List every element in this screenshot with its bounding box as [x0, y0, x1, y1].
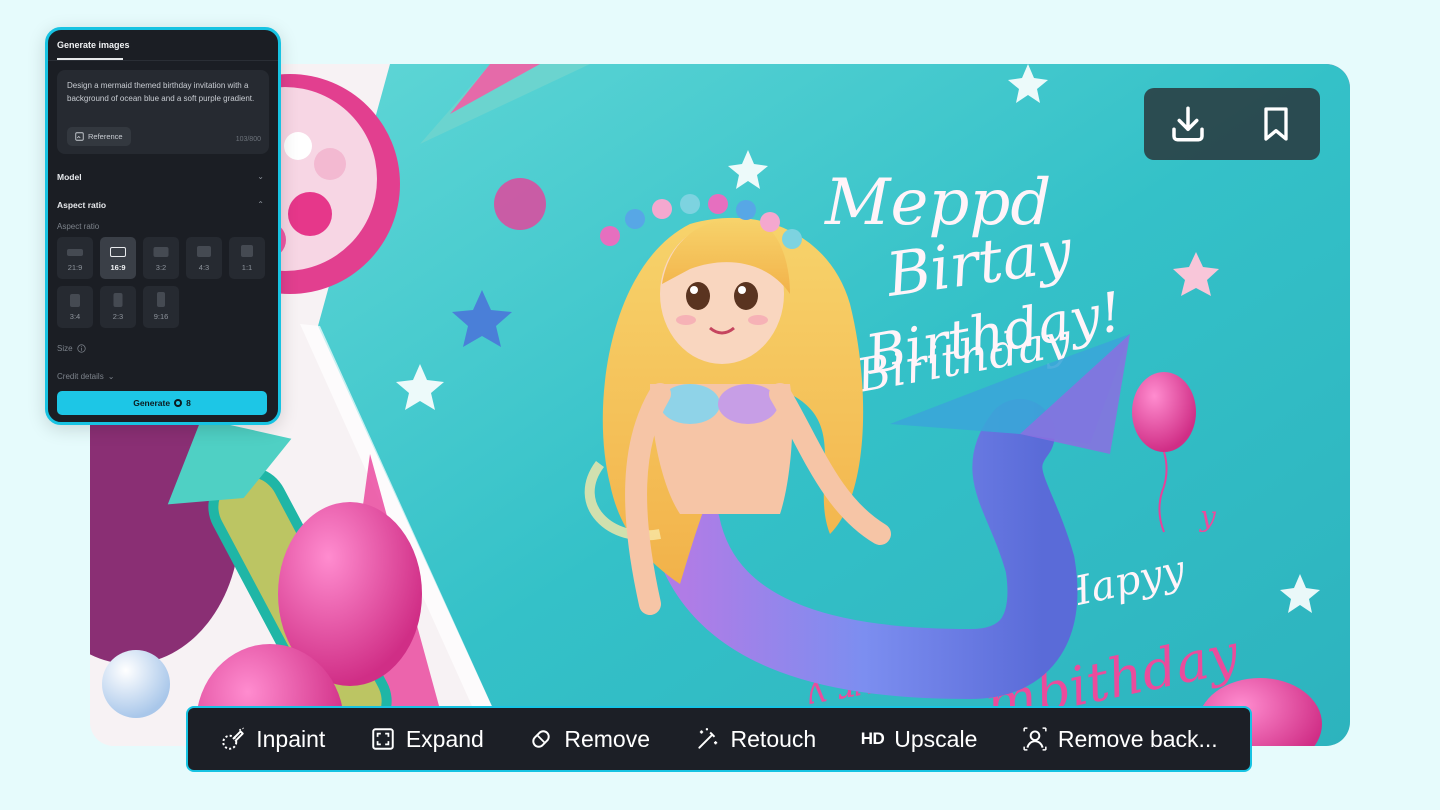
eraser-icon [532, 730, 551, 748]
ratio-3-4[interactable]: 3:4 [57, 286, 93, 328]
remove-label: Remove [564, 725, 651, 752]
inpaint-brush-icon [222, 727, 245, 750]
image-actions [1144, 88, 1320, 160]
ratio-9-16[interactable]: 9:16 [143, 286, 179, 328]
generate-button[interactable]: Generate 8 [57, 391, 267, 415]
generate-panel: Generate images Design a mermaid themed … [45, 27, 281, 425]
inpaint-label: Inpaint [256, 725, 326, 752]
remove-button[interactable]: Remove [528, 726, 650, 753]
remove-background-button[interactable]: Remove back... [1022, 726, 1218, 753]
ratio-label: 4:3 [198, 263, 210, 272]
ratio-1-1[interactable]: 1:1 [229, 237, 265, 279]
hd-icon: HD [860, 729, 885, 748]
credit-details-label: Credit details [57, 372, 104, 381]
ratio-label: 3:2 [155, 263, 167, 272]
ratio-shape [70, 294, 80, 307]
ratio-label: 9:16 [153, 312, 169, 321]
ratio-shape [241, 245, 253, 257]
credit-details[interactable]: Credit details ⌄ [57, 372, 114, 381]
edit-toolbar: Inpaint Expand Remove Retouch HD Upscale… [186, 706, 1252, 772]
expand-label: Expand [405, 725, 484, 752]
ratio-shape [157, 292, 165, 307]
reference-label: Reference [88, 132, 123, 141]
panel-tabbar: Generate images [48, 30, 278, 61]
ratio-shape [153, 247, 169, 257]
prompt-input[interactable]: Design a mermaid themed birthday invitat… [57, 70, 269, 154]
expand-icon [372, 728, 394, 750]
ratio-21-9[interactable]: 21:9 [57, 237, 93, 279]
ratio-shape [67, 249, 83, 256]
magic-wand-icon [697, 728, 717, 749]
bookmark-icon [1264, 107, 1288, 141]
upscale-button[interactable]: HD Upscale [861, 726, 978, 753]
retouch-label: Retouch [730, 725, 817, 752]
upscale-label: Upscale [894, 725, 978, 752]
char-count: 103/800 [235, 136, 261, 143]
reference-icon [75, 132, 84, 141]
card-text-y: y [1198, 500, 1217, 533]
app-stage: Meppd Birtay Birthday! Birithday Hapyy y… [0, 0, 1440, 810]
ratio-shape [113, 293, 123, 307]
inpaint-button[interactable]: Inpaint [220, 726, 325, 753]
reference-button[interactable]: Reference [67, 127, 131, 146]
tab-generate-images[interactable]: Generate images [57, 40, 130, 50]
chevron-down-icon[interactable]: ⌄ [257, 172, 264, 181]
ratio-label: 2:3 [112, 312, 124, 321]
ratio-2-3[interactable]: 2:3 [100, 286, 136, 328]
credit-coin-icon [174, 399, 183, 407]
ratio-label: 21:9 [67, 263, 83, 272]
retouch-button[interactable]: Retouch [695, 725, 817, 753]
generate-label: Generate [133, 398, 171, 408]
ratio-label: 3:4 [69, 312, 81, 321]
ratio-3-2[interactable]: 3:2 [143, 237, 179, 279]
chevron-up-icon[interactable]: ⌃ [257, 200, 264, 209]
prompt-text: Design a mermaid themed birthday invitat… [67, 81, 255, 103]
bookmark-button[interactable] [1248, 96, 1304, 152]
chevron-down-icon: ⌄ [107, 372, 115, 381]
ratio-shape [110, 247, 126, 257]
download-icon [1172, 106, 1204, 142]
generate-cost: 8 [186, 398, 191, 408]
expand-button[interactable]: Expand [370, 726, 484, 753]
download-button[interactable] [1160, 96, 1216, 152]
ratio-label: 1:1 [241, 263, 253, 272]
aspect-ratio-label: Aspect ratio [57, 222, 100, 231]
ratio-16-9[interactable]: 16:9 [100, 237, 136, 279]
aspect-ratio-section[interactable]: Aspect ratio [57, 200, 106, 210]
ratio-label: 16:9 [110, 263, 126, 272]
remove-background-icon [1023, 727, 1047, 751]
ratio-shape [197, 246, 211, 257]
remove-background-label: Remove back... [1057, 725, 1218, 752]
tab-underline [57, 58, 123, 60]
model-section[interactable]: Model [57, 172, 82, 182]
size-row[interactable]: Size [57, 344, 86, 353]
size-label: Size [57, 344, 73, 353]
ratio-4-3[interactable]: 4:3 [186, 237, 222, 279]
info-icon [76, 344, 86, 353]
